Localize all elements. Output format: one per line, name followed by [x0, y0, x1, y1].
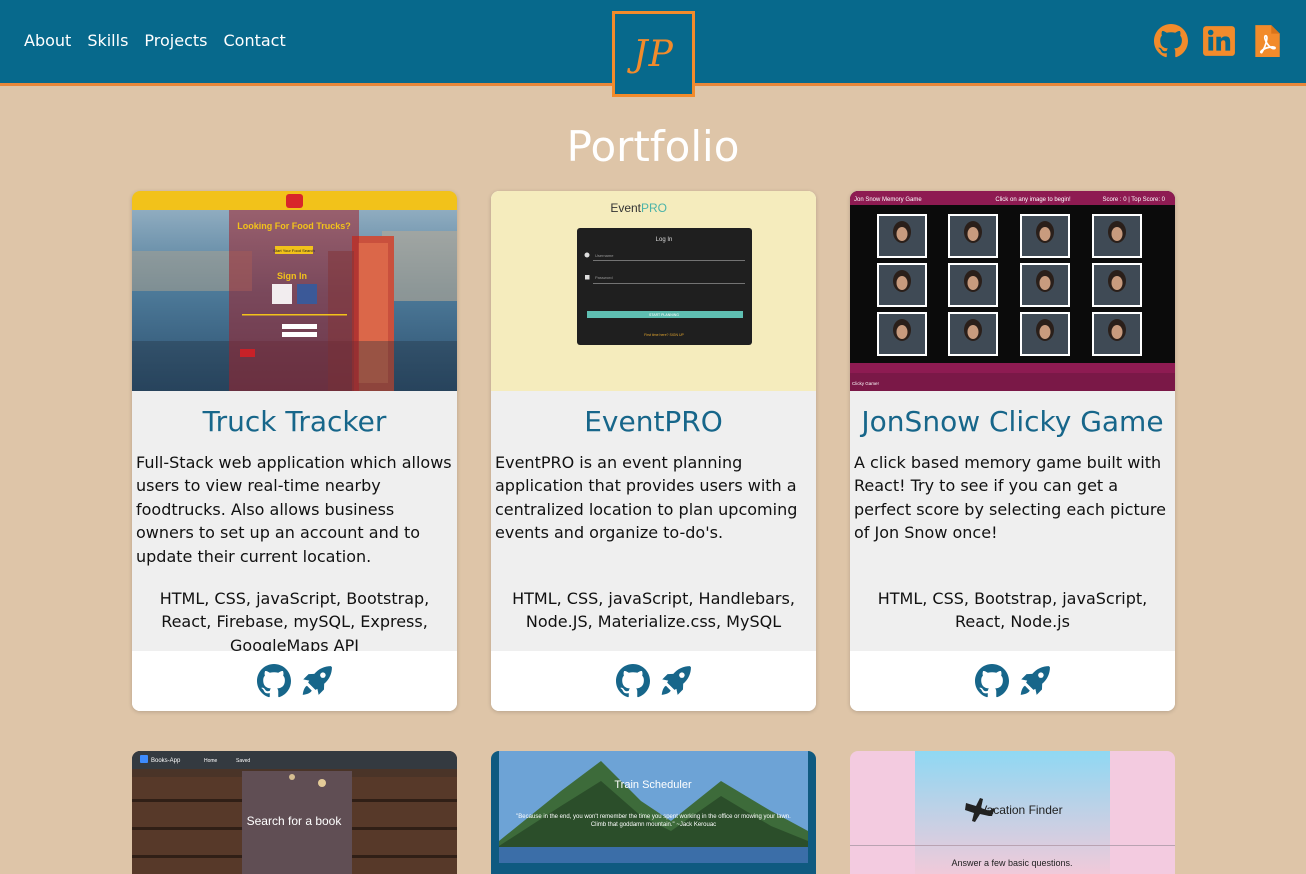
jon-photo-face	[1039, 325, 1051, 339]
jon-photo-face	[1111, 276, 1123, 290]
truck-heading-text: Looking For Food Trucks?	[237, 221, 351, 231]
navbar: About Skills Projects Contact JP	[0, 0, 1306, 97]
jon-footer-text: Clicky Game!	[852, 381, 879, 386]
books-nav-saved: Saved	[236, 758, 250, 764]
jon-photo-face	[1111, 227, 1123, 241]
card-body: EventPRO EventPRO is an event planning a…	[491, 391, 816, 651]
rocket-icon[interactable]	[658, 664, 692, 698]
train-quote-text: "Because in the end, you won't remember …	[516, 814, 791, 828]
jon-photo-face	[1039, 276, 1051, 290]
logo-text: JP	[633, 33, 674, 75]
linkedin-icon[interactable]	[1202, 24, 1236, 58]
eventpro-password-label: Password	[595, 275, 613, 280]
project-card-train-scheduler[interactable]: Train Scheduler "Because in the end, you…	[491, 751, 816, 874]
rocket-icon[interactable]	[1017, 664, 1051, 698]
jon-nav-right: Score : 0 | Top Score: 0	[1103, 197, 1166, 203]
truck-search-button-text: Start Your Food Search	[273, 248, 315, 253]
social-links	[1154, 24, 1284, 58]
github-icon[interactable]	[615, 664, 650, 698]
project-screenshot[interactable]: Event PRO Log In Username Password START…	[491, 191, 816, 391]
project-screenshot[interactable]: Jon Snow Memory Game Click on any image …	[850, 191, 1175, 391]
card-footer	[132, 651, 457, 711]
eventpro-start-button-text: START PLANNING	[649, 313, 679, 317]
card-body: Truck Tracker Full-Stack web application…	[132, 391, 457, 655]
vacation-subtitle-text: Answer a few basic questions.	[951, 858, 1072, 868]
books-search-text: Search for a book	[247, 814, 343, 828]
jon-photo-face	[896, 227, 908, 241]
project-card-eventpro: Event PRO Log In Username Password START…	[491, 191, 816, 711]
truck-signin-text: Sign In	[277, 271, 307, 281]
vacation-title-text: Vacation Finder	[979, 803, 1062, 817]
jon-photo-face	[1039, 227, 1051, 241]
github-icon[interactable]	[974, 664, 1009, 698]
nav-link-about[interactable]: About	[24, 31, 71, 50]
project-screenshot[interactable]: Looking For Food Trucks? Start Your Food…	[132, 191, 457, 391]
project-description: Full-Stack web application which allows …	[136, 453, 452, 566]
card-body: JonSnow Clicky Game A click based memory…	[850, 391, 1175, 651]
eventpro-login-title: Log In	[656, 237, 673, 243]
project-card-jonsnow: Jon Snow Memory Game Click on any image …	[850, 191, 1175, 711]
nav-links: About Skills Projects Contact	[24, 31, 286, 50]
github-icon[interactable]	[1154, 24, 1188, 58]
jon-photo-face	[967, 227, 979, 241]
project-title: JonSnow Clicky Game	[861, 405, 1164, 438]
nav-link-contact[interactable]: Contact	[223, 31, 285, 50]
eventpro-username-label: Username	[595, 253, 614, 258]
card-footer	[850, 651, 1175, 711]
jon-photo-face	[1111, 325, 1123, 339]
train-title-text: Train Scheduler	[614, 779, 692, 791]
books-nav-brand: Books-App	[151, 758, 181, 764]
project-title: Truck Tracker	[202, 405, 387, 438]
project-tech-list: HTML, CSS, javaScript, Bootstrap, React,…	[159, 589, 430, 655]
project-description: A click based memory game built with Rea…	[854, 453, 1166, 543]
github-icon[interactable]	[256, 664, 291, 698]
nav-link-projects[interactable]: Projects	[144, 31, 207, 50]
jon-photo-face	[967, 325, 979, 339]
rocket-icon[interactable]	[299, 664, 333, 698]
project-title: EventPRO	[584, 405, 723, 438]
project-tech-list: HTML, CSS, Bootstrap, javaScript, React,…	[877, 589, 1148, 632]
project-description: EventPRO is an event planning applicatio…	[495, 453, 798, 543]
card-footer	[491, 651, 816, 711]
nav-link-skills[interactable]: Skills	[87, 31, 128, 50]
jon-photo-face	[896, 325, 908, 339]
page-title: Portfolio	[566, 122, 740, 171]
pdf-icon[interactable]	[1250, 24, 1284, 58]
project-card-vacation-finder[interactable]: Vacation Finder Answer a few basic quest…	[850, 751, 1175, 874]
jon-nav-left: Jon Snow Memory Game	[854, 197, 922, 203]
books-nav-home: Home	[204, 758, 218, 764]
project-card-truck-tracker: Looking For Food Trucks? Start Your Food…	[132, 191, 457, 711]
jon-photo-face	[896, 276, 908, 290]
eventpro-brand-b: PRO	[641, 201, 667, 215]
project-tech-list: HTML, CSS, javaScript, Handlebars, Node.…	[512, 589, 795, 632]
eventpro-signup-text: First time here? SIGN UP	[644, 333, 684, 337]
project-card-books-app[interactable]: Books-App Home Saved Search for a book	[132, 751, 457, 874]
eventpro-brand-a: Event	[610, 201, 641, 215]
logo[interactable]: JP	[612, 11, 695, 97]
jon-photo-face	[967, 276, 979, 290]
jon-nav-center: Click on any image to begin!	[995, 197, 1071, 203]
